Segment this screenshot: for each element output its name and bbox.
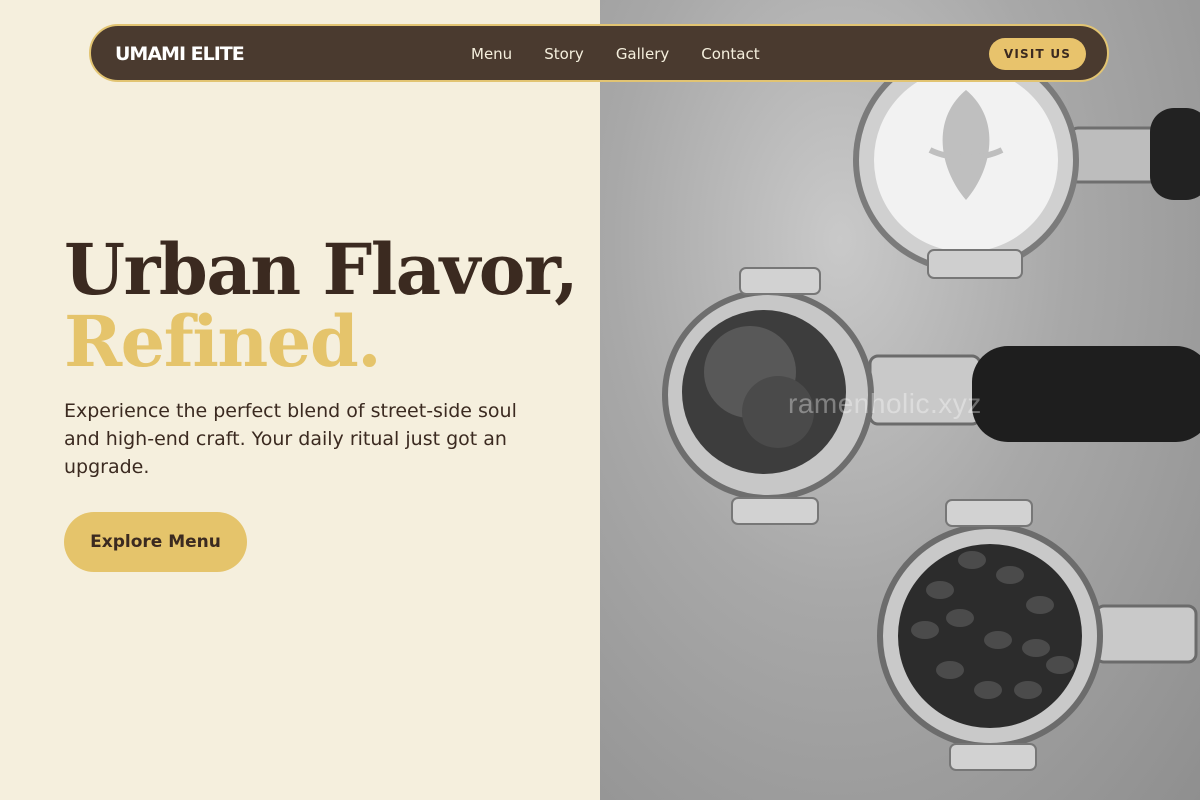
explore-menu-button[interactable]: Explore Menu (64, 512, 247, 572)
nav-link-contact[interactable]: Contact (701, 45, 759, 63)
nav-link-menu[interactable]: Menu (471, 45, 512, 63)
nav-links: Menu Story Gallery Contact (471, 45, 792, 63)
hero-title-line2: Refined. (64, 300, 382, 383)
nav-link-story[interactable]: Story (544, 45, 584, 63)
image-watermark: ramenholic.xyz (788, 388, 982, 419)
hero-image: ramenholic.xyz (600, 0, 1200, 800)
hero-subtitle: Experience the perfect blend of street-s… (64, 400, 517, 478)
hero-title-line1: Urban Flavor, (64, 228, 579, 311)
brand-logo[interactable]: UMAMI ELITE (115, 43, 245, 65)
beans-portafilter-icon (877, 499, 1198, 771)
hero-left-panel: Urban Flavor, Refined. Experience the pe… (0, 0, 600, 800)
navbar: UMAMI ELITE Menu Story Gallery Contact V… (89, 24, 1109, 82)
nav-link-gallery[interactable]: Gallery (616, 45, 669, 63)
visit-us-button[interactable]: VISIT US (989, 38, 1086, 70)
latte-portafilter-icon (853, 47, 1200, 279)
